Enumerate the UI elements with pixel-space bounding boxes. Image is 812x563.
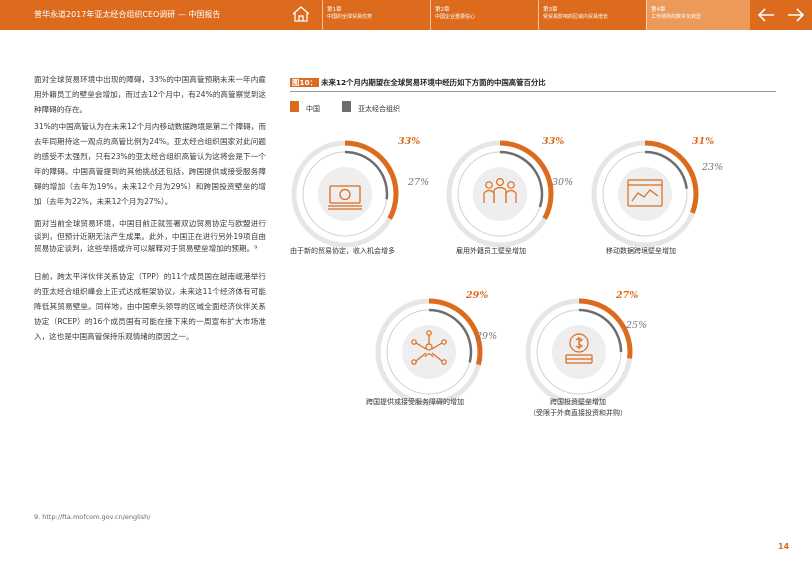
donut-data-flow	[591, 140, 699, 248]
legend-label-apec: 亚太经合组织	[358, 105, 400, 113]
legend-swatch-china	[290, 101, 299, 112]
header-bar: 普华永道2017年亚太经合组织CEO调研 — 中国报告 第1章 中国的全球贸易优…	[0, 0, 812, 30]
donut-revenue-apec-value: 27%	[408, 177, 430, 188]
title-divider	[290, 91, 776, 92]
body-paragraph-2: 31%的中国高管认为在未来12个月内移动数据跨境是第二个障碍，而去年同期持这一观…	[34, 122, 266, 206]
donut-revenue-label: 由于新的贸易协定，收入机会增多	[290, 247, 395, 255]
chapter-4-tab[interactable]: 第4章 工作场所的数字化转型	[646, 0, 750, 30]
donut-investment	[525, 298, 633, 406]
page-number: 14	[778, 542, 790, 551]
donut-services-china-value: 29%	[466, 290, 489, 301]
next-page-button[interactable]	[782, 0, 810, 30]
donut-data-flow-china-value: 31%	[692, 136, 715, 147]
donut-foreign-staff	[446, 140, 554, 248]
prev-page-button[interactable]	[752, 0, 780, 30]
arrow-right-icon	[788, 8, 805, 22]
donut-investment-label-sub: （受限于外商直接投资和并购）	[529, 409, 627, 417]
body-paragraph-1: 面对全球贸易环境中出现的障碍，33%的中国高管预期未来一年内雇用外籍员工的壁垒会…	[34, 75, 266, 114]
donut-revenue-center	[318, 167, 372, 221]
legend-label-china: 中国	[306, 105, 320, 113]
report-title: 普华永道2017年亚太经合组织CEO调研 — 中国报告	[34, 10, 221, 19]
donut-data-flow-center	[618, 167, 672, 221]
donut-foreign-staff-label: 雇用外籍员工壁垒增加	[456, 247, 526, 255]
legend-swatch-apec	[342, 101, 351, 112]
chapter-4-label: 工作场所的数字化转型	[651, 14, 702, 20]
donut-foreign-staff-apec-value: 30%	[552, 177, 574, 188]
chapter-1-number: 第1章	[327, 7, 342, 13]
chapter-3-tab[interactable]: 第3章 受贸易影响的区域内贸易增长	[538, 0, 646, 30]
chapter-2-number: 第2章	[435, 7, 450, 13]
donut-services-center	[402, 325, 456, 379]
figure-label: 图10：	[290, 78, 320, 87]
chapter-2-tab[interactable]: 第2章 中国企业重振信心	[430, 0, 538, 30]
donut-foreign-staff-center	[473, 167, 527, 221]
body-paragraph-4: 日前，跨太平洋伙伴关系协定（TPP）的11个成员国在越南岘港举行的亚太经合组织峰…	[34, 272, 266, 341]
chapter-1-label: 中国的全球贸易优势	[327, 14, 373, 20]
donut-investment-label: 跨国投资壁垒增加 （受限于外商直接投资和并购）	[508, 397, 648, 419]
chapter-3-label: 受贸易影响的区域内贸易增长	[543, 14, 609, 20]
donut-investment-apec-value: 25%	[626, 320, 648, 331]
chapter-2-label: 中国企业重振信心	[435, 14, 476, 20]
donut-investment-label-main: 跨国投资壁垒增加	[550, 398, 606, 406]
donut-services-apec-value: 29%	[476, 331, 498, 342]
home-icon	[292, 6, 310, 22]
chapter-3-number: 第3章	[543, 7, 558, 13]
chapter-1-tab[interactable]: 第1章 中国的全球贸易优势	[322, 0, 430, 30]
chart-title-text: 未来12个月内期望在全球贸易环境中经历如下方面的中国高管百分比	[321, 78, 546, 87]
chapter-4-number: 第4章	[651, 7, 666, 13]
footnote: 9. http://fta.mofcom.gov.cn/english/	[34, 513, 151, 521]
donut-revenue	[291, 140, 399, 248]
donut-foreign-staff-china-value: 33%	[542, 136, 565, 147]
donut-services	[375, 298, 483, 406]
body-paragraph-3: 面对当前全球贸易环境，中国目前正就签署双边贸易协定与欧盟进行谈判，但预计近期无法…	[34, 219, 266, 253]
home-button[interactable]	[284, 0, 318, 30]
donut-services-label: 跨国提供或接受服务障碍的增加	[366, 398, 464, 406]
donut-data-flow-label: 移动数据跨境壁垒增加	[606, 247, 676, 255]
arrow-left-icon	[757, 8, 774, 22]
donut-data-flow-apec-value: 23%	[702, 162, 724, 173]
donut-investment-china-value: 27%	[616, 290, 639, 301]
chart-title: 图10： 未来12个月内期望在全球贸易环境中经历如下方面的中国高管百分比	[290, 77, 776, 88]
donut-revenue-china-value: 33%	[398, 136, 421, 147]
